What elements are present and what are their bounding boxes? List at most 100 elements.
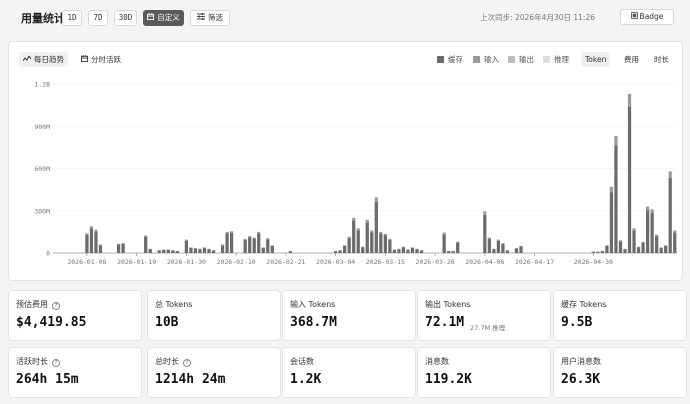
bar-cache [261, 247, 265, 253]
bar-cache [370, 232, 374, 253]
calendar-icon [147, 11, 155, 25]
bar-cache [401, 247, 406, 253]
stat-value: 119.2K [425, 372, 472, 387]
bar-cache [456, 242, 460, 253]
bar-input [189, 247, 193, 248]
bar-cache [157, 250, 161, 253]
stat-label: 消息数 [425, 357, 449, 366]
bar-cache [193, 248, 198, 253]
bar-input [220, 244, 225, 246]
stat-value: 26.3K [561, 372, 601, 387]
bar-cache [257, 233, 261, 253]
bar-cache [419, 250, 424, 253]
stat-value: 72.1M [425, 315, 465, 330]
bar-input [193, 248, 198, 249]
tab-hourly-activity[interactable]: 分时活跃 [77, 52, 125, 67]
tab-daily-trend-label: 每日趋势 [34, 55, 64, 64]
bar-cache [98, 245, 103, 253]
bar-cache [645, 210, 650, 253]
stat-value: 10B [155, 315, 179, 330]
range-7d-button[interactable]: 7D [88, 10, 108, 26]
x-tick-label: 2026-02-21 [266, 258, 305, 266]
bar-input [175, 250, 179, 252]
sliders-icon [197, 11, 205, 25]
stat-cache-tokens: 缓存 Tokens 9.5B [553, 290, 687, 341]
bar-input [505, 250, 510, 251]
bar-cache [668, 177, 672, 253]
x-tick-label: 2026-01-08 [67, 258, 106, 266]
bar-input [605, 245, 609, 246]
bar-input [98, 244, 103, 246]
bar-input [144, 235, 148, 237]
bar-cache [519, 246, 523, 253]
stat-input-tokens: 输入 Tokens 368.7M [282, 290, 416, 341]
tab-daily-trend[interactable]: 每日趋势 [19, 52, 68, 67]
filter-label: 筛选 [208, 13, 223, 22]
bar-input [184, 239, 189, 241]
bar-cache [248, 237, 252, 253]
bar-input [162, 249, 166, 251]
metric-tab-duration[interactable]: 时长 [650, 52, 673, 67]
range-custom-label: 自定义 [157, 13, 180, 22]
bar-input [257, 231, 261, 234]
bar-input [442, 232, 446, 235]
bar-cache [343, 245, 347, 253]
usage-chart-card: 每日趋势 分时活跃 缓存 输入 输出 推理 Token 费用 时长 0 300M 6… [8, 41, 683, 281]
info-icon[interactable]: ? [183, 359, 191, 367]
info-icon[interactable]: ? [52, 359, 60, 367]
bar-input [496, 239, 501, 241]
bar-input [451, 250, 455, 252]
bar-input [514, 248, 519, 249]
x-tick-label: 2026-01-19 [117, 258, 156, 266]
bar-input [632, 228, 636, 231]
bar-input [401, 246, 406, 248]
bar-input [352, 217, 356, 221]
bar-cache [442, 234, 446, 253]
bar-cache [487, 238, 491, 253]
bar-input [211, 250, 216, 251]
badge-button[interactable]: Badge [620, 9, 674, 25]
y-tick-label: 600M [34, 165, 50, 173]
x-tick-label: 2026-04-17 [515, 258, 554, 266]
range-1d-button[interactable]: 1D [62, 10, 82, 26]
bar-cache [198, 249, 202, 253]
metric-tab-token[interactable]: Token [581, 52, 611, 67]
bar-cache [338, 250, 342, 253]
bar-input [288, 250, 293, 252]
bar-cache [252, 238, 256, 253]
stat-label: 用户消息数 [561, 357, 601, 366]
bar-input [456, 241, 460, 243]
info-icon[interactable]: ? [52, 302, 60, 310]
bar-input [419, 250, 424, 251]
bar-input [379, 231, 383, 234]
range-custom-button[interactable]: 自定义 [143, 10, 184, 26]
bar-cache [415, 249, 419, 253]
legend-item-output[interactable]: 输出 [508, 54, 534, 65]
bar-input [627, 93, 632, 107]
bar-cache [383, 235, 387, 253]
bar-cache [623, 249, 627, 253]
bar-cache [605, 245, 609, 253]
bar-cache [664, 245, 668, 253]
bar-cache [632, 230, 636, 253]
bar-cache [94, 231, 98, 253]
legend-item-input[interactable]: 输入 [473, 54, 499, 65]
bar-cache [501, 243, 505, 253]
legend-item-cache[interactable]: 缓存 [437, 54, 463, 65]
metric-tab-cost[interactable]: 费用 [620, 52, 643, 67]
bar-input [655, 234, 659, 237]
legend-item-reasoning[interactable]: 推理 [543, 54, 569, 65]
bar-input [392, 249, 397, 251]
x-tick-label: 2026-04-06 [465, 258, 504, 266]
bar-input [641, 241, 645, 243]
bar-input [347, 236, 351, 239]
bar-input [609, 186, 614, 193]
range-30d-button[interactable]: 30D [114, 10, 137, 26]
bar-cache [171, 250, 175, 253]
bar-input [116, 243, 121, 245]
stat-user-messages: 用户消息数 26.3K [553, 347, 687, 398]
stat-value: 1.2K [290, 372, 322, 387]
filter-button[interactable]: 筛选 [190, 10, 230, 26]
y-tick-label: 900M [34, 123, 50, 131]
bar-cache [229, 232, 234, 253]
